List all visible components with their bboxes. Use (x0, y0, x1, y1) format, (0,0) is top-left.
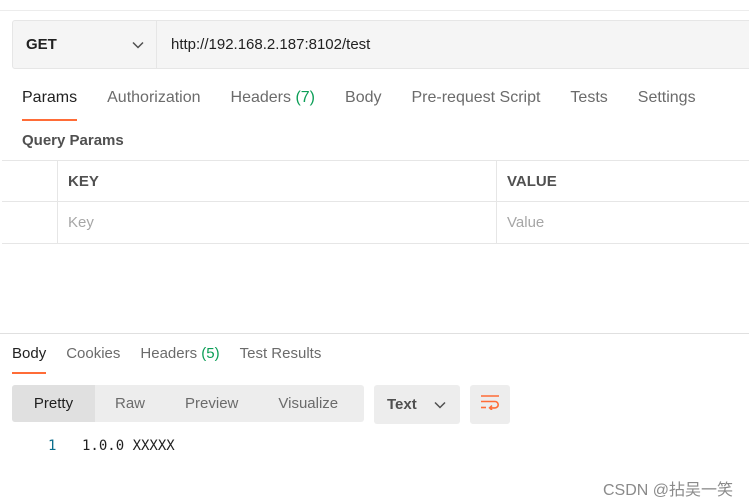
response-headers-count: (5) (201, 345, 220, 362)
watermark: CSDN @拈吴一笑 (602, 482, 733, 499)
view-raw-button[interactable]: Raw (95, 385, 165, 422)
request-tabs: Params Authorization Headers (7) Body Pr… (22, 89, 726, 121)
key-input[interactable]: Key (58, 202, 497, 243)
key-column-header: KEY (58, 161, 497, 201)
response-tab-headers[interactable]: Headers (5) (140, 345, 219, 374)
tab-authorization[interactable]: Authorization (107, 89, 200, 121)
tab-body-label: Body (345, 89, 382, 106)
row-checkbox-cell (2, 202, 58, 243)
chevron-down-icon (434, 396, 446, 413)
value-column-header: VALUE (507, 172, 557, 190)
tab-settings[interactable]: Settings (638, 89, 696, 121)
response-divider[interactable] (0, 333, 749, 334)
tab-settings-label: Settings (637, 89, 696, 106)
format-select[interactable]: Text (374, 385, 460, 424)
tab-params[interactable]: Params (22, 89, 78, 121)
response-tab-headers-label: Headers (140, 345, 198, 362)
params-empty-row: Key Value (2, 201, 749, 244)
tab-tests-label: Tests (570, 89, 608, 106)
tab-headers-label: Headers (230, 89, 291, 106)
tab-authorization-label: Authorization (107, 89, 201, 106)
view-visualize-button[interactable]: Visualize (258, 385, 358, 422)
format-label: Text (387, 396, 417, 413)
response-tab-test-results[interactable]: Test Results (240, 345, 322, 374)
view-mode-group: Pretty Raw Preview Visualize (12, 385, 364, 422)
method-select[interactable]: GET (13, 21, 157, 68)
view-pretty-button[interactable]: Pretty (12, 385, 95, 422)
wrap-lines-icon (480, 394, 500, 415)
response-tab-cookies-label: Cookies (66, 345, 121, 362)
chevron-down-icon (132, 41, 144, 49)
wrap-lines-button[interactable] (470, 385, 510, 424)
response-tab-test-results-label: Test Results (239, 345, 322, 362)
tab-tests[interactable]: Tests (570, 89, 607, 121)
query-params-title: Query Params (22, 132, 124, 149)
params-header-row: KEY VALUE (2, 160, 749, 201)
method-label: GET (26, 36, 57, 53)
response-tab-body[interactable]: Body (12, 345, 47, 374)
tab-pre-request-label: Pre-request Script (411, 89, 541, 106)
params-table: KEY VALUE Key Value (2, 160, 749, 244)
url-input[interactable]: http://192.168.2.187:8102/test (157, 21, 749, 68)
top-strip (0, 0, 749, 11)
checkbox-column (2, 161, 58, 201)
response-body-text: 1.0.0 XXXXX (82, 438, 175, 454)
response-tabs: Body Cookies Headers (5) Test Results (12, 345, 341, 374)
url-bar: GET http://192.168.2.187:8102/test (12, 20, 749, 69)
tab-body[interactable]: Body (345, 89, 381, 121)
tab-headers-count: (7) (295, 89, 316, 106)
response-body: 1 1.0.0 XXXXX (48, 438, 175, 454)
view-preview-button[interactable]: Preview (165, 385, 258, 422)
line-number: 1 (48, 438, 57, 454)
tab-headers[interactable]: Headers (7) (231, 89, 316, 121)
tab-pre-request-script[interactable]: Pre-request Script (411, 89, 540, 121)
response-tab-cookies[interactable]: Cookies (66, 345, 120, 374)
value-input[interactable]: Value (497, 202, 749, 243)
tab-params-label: Params (22, 89, 78, 106)
response-tab-body-label: Body (12, 345, 47, 362)
